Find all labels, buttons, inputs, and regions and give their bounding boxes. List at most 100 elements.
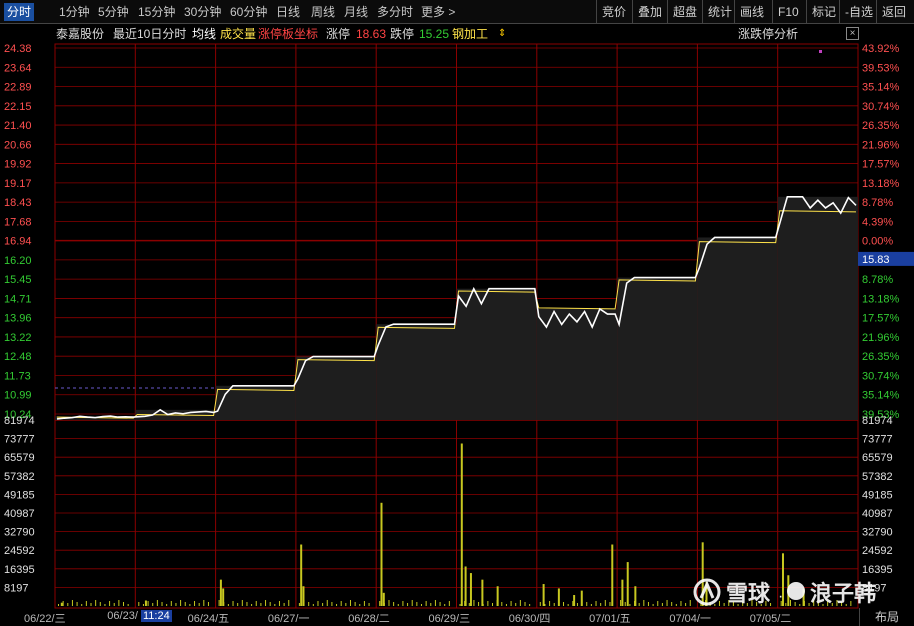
volume-bar bbox=[402, 601, 404, 606]
volume-bar bbox=[416, 602, 418, 606]
volume-bar bbox=[558, 600, 560, 606]
volume-bar bbox=[492, 603, 494, 606]
price-label-left: 10.99 bbox=[4, 390, 32, 402]
date-label: 06/24/五 bbox=[187, 613, 230, 625]
date-label: 06/27/一 bbox=[267, 613, 310, 625]
volume-bar bbox=[586, 602, 588, 606]
price-label-left: 23.64 bbox=[4, 62, 32, 74]
volume-bar bbox=[473, 600, 475, 606]
volume-bar bbox=[300, 544, 303, 606]
volume-label-right: 40987 bbox=[862, 508, 893, 520]
volume-bar bbox=[227, 604, 229, 606]
volume-bar bbox=[58, 604, 59, 606]
volume-bar bbox=[624, 602, 626, 606]
date-label: 07/05/二 bbox=[749, 613, 792, 625]
price-area-fill bbox=[777, 196, 858, 420]
price-label-right: 17.57% bbox=[862, 313, 900, 325]
watermark-dot: · bbox=[778, 588, 783, 605]
volume-bar bbox=[407, 603, 409, 606]
volume-bar bbox=[666, 600, 668, 606]
price-label-right: 43.92% bbox=[862, 43, 900, 55]
volume-bar bbox=[99, 602, 101, 606]
price-label-right: 35.14% bbox=[862, 390, 900, 402]
wechat-icon bbox=[787, 582, 805, 600]
volume-bar bbox=[144, 600, 147, 606]
price-label-right: 4.39% bbox=[862, 216, 893, 228]
time-highlight: 11:24 bbox=[141, 610, 172, 622]
price-label-right: 13.18% bbox=[862, 293, 900, 305]
volume-bar bbox=[237, 603, 239, 606]
volume-bar bbox=[478, 602, 480, 606]
price-label-left: 17.68 bbox=[4, 216, 32, 228]
price-label-left: 24.38 bbox=[4, 43, 32, 55]
volume-label-right: 65579 bbox=[862, 452, 893, 464]
volume-bar bbox=[544, 604, 546, 606]
price-label-left: 11.73 bbox=[4, 370, 31, 382]
volume-bar bbox=[448, 601, 450, 606]
volume-bar bbox=[411, 600, 413, 606]
volume-bar bbox=[379, 601, 381, 606]
volume-bar bbox=[340, 601, 342, 606]
price-label-right: 21.96% bbox=[862, 332, 900, 344]
volume-bar bbox=[380, 502, 383, 606]
volume-label-left: 8197 bbox=[4, 582, 28, 594]
volume-bar bbox=[388, 600, 390, 606]
volume-bar bbox=[481, 579, 484, 606]
volume-bar bbox=[90, 603, 92, 606]
price-label-right: 8.78% bbox=[862, 197, 893, 209]
volume-bar bbox=[170, 601, 172, 606]
volume-bar bbox=[542, 584, 545, 606]
volume-label-right: 49185 bbox=[862, 489, 893, 501]
price-label-right: 26.35% bbox=[862, 351, 900, 363]
volume-bar bbox=[652, 604, 654, 606]
volume-label-right: 32790 bbox=[862, 527, 893, 539]
price-label-right: 30.74% bbox=[862, 370, 900, 382]
watermark-author: 浪子韩 bbox=[810, 581, 876, 606]
volume-bar bbox=[312, 604, 314, 606]
volume-bar bbox=[251, 604, 253, 606]
volume-label-left: 24592 bbox=[4, 545, 35, 557]
volume-bar bbox=[629, 604, 631, 606]
price-label-left: 22.15 bbox=[4, 101, 32, 113]
volume-bar bbox=[269, 602, 271, 606]
volume-bar bbox=[166, 604, 168, 606]
price-area-fill bbox=[456, 288, 537, 420]
volume-bar bbox=[563, 602, 565, 606]
volume-bar bbox=[67, 603, 69, 606]
volume-bar bbox=[118, 600, 120, 606]
price-area-fill bbox=[536, 308, 618, 420]
volume-label-left: 16395 bbox=[4, 564, 35, 576]
volume-label-left: 49185 bbox=[4, 489, 35, 501]
price-label-right: 30.74% bbox=[862, 101, 900, 113]
volume-bar bbox=[180, 600, 182, 606]
price-label-left: 20.66 bbox=[4, 139, 32, 151]
volume-bar bbox=[274, 604, 276, 606]
volume-bar bbox=[232, 601, 234, 606]
volume-bar bbox=[363, 601, 365, 606]
price-label-left: 13.96 bbox=[4, 313, 32, 325]
price-label-left: 16.20 bbox=[4, 255, 32, 267]
volume-bar bbox=[246, 602, 248, 606]
date-label: 06/28/二 bbox=[348, 613, 390, 625]
volume-bar bbox=[298, 603, 300, 606]
volume-bar bbox=[524, 602, 526, 606]
volume-bar bbox=[647, 602, 649, 606]
volume-bar bbox=[255, 601, 257, 606]
price-label-left: 21.40 bbox=[4, 120, 32, 132]
volume-bar bbox=[595, 601, 597, 606]
volume-bar bbox=[368, 603, 370, 606]
volume-bar bbox=[265, 600, 267, 606]
volume-bar bbox=[260, 603, 262, 606]
volume-bar bbox=[345, 603, 347, 606]
volume-bar bbox=[501, 602, 503, 606]
volume-bar bbox=[671, 602, 673, 606]
volume-bar bbox=[95, 600, 97, 606]
volume-label-left: 73777 bbox=[4, 434, 35, 446]
volume-bar bbox=[147, 601, 149, 606]
volume-bar bbox=[62, 601, 64, 606]
volume-bar bbox=[444, 604, 446, 606]
volume-bar bbox=[359, 604, 361, 606]
volume-bar bbox=[576, 603, 578, 606]
volume-bar bbox=[549, 601, 551, 606]
volume-label-left: 65579 bbox=[4, 452, 35, 464]
